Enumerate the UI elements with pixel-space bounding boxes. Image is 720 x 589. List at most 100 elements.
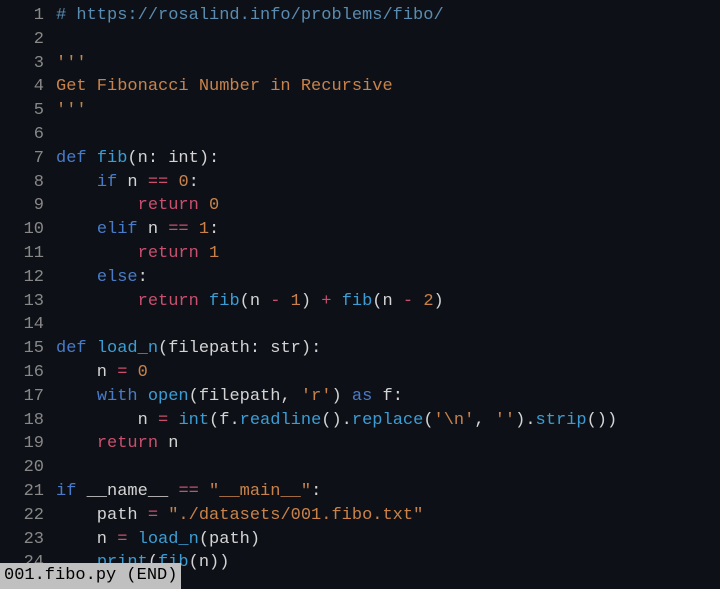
code-line[interactable]: 13 return fib(n - 1) + fib(n - 2) xyxy=(0,290,720,314)
line-number: 2 xyxy=(0,28,56,52)
token-func: fib xyxy=(97,149,128,168)
code-content[interactable]: if __name__ == "__main__": xyxy=(56,480,720,504)
token-ident xyxy=(413,292,423,311)
token-ident: n xyxy=(199,553,209,572)
code-line[interactable]: 7def fib(n: int): xyxy=(0,147,720,171)
token-string: "./datasets/001.fibo.txt" xyxy=(168,506,423,525)
code-content[interactable]: return fib(n - 1) + fib(n - 2) xyxy=(56,290,720,314)
token-keyword-blue: def xyxy=(56,339,97,358)
token-ident: n xyxy=(56,411,158,430)
code-line[interactable]: 14 xyxy=(0,313,720,337)
token-ident: n xyxy=(158,434,178,453)
code-content[interactable]: Get Fibonacci Number in Recursive xyxy=(56,75,720,99)
code-line[interactable]: 3''' xyxy=(0,52,720,76)
code-line[interactable]: 11 return 1 xyxy=(0,242,720,266)
token-keyword: return xyxy=(138,244,199,263)
code-line[interactable]: 10 elif n == 1: xyxy=(0,218,720,242)
line-number: 16 xyxy=(0,361,56,385)
token-ident: f xyxy=(372,387,392,406)
token-keyword-blue: with xyxy=(97,387,138,406)
code-editor[interactable]: 1# https://rosalind.info/problems/fibo/2… xyxy=(0,0,720,579)
token-punct: : xyxy=(393,387,403,406)
code-line[interactable]: 9 return 0 xyxy=(0,194,720,218)
line-number: 22 xyxy=(0,504,56,528)
token-punct: , xyxy=(474,411,494,430)
code-content[interactable]: def load_n(filepath: str): xyxy=(56,337,720,361)
code-content[interactable]: return 1 xyxy=(56,242,720,266)
token-ident: n xyxy=(56,530,117,549)
code-content[interactable] xyxy=(56,28,720,52)
token-ident xyxy=(199,292,209,311)
token-number: 1 xyxy=(199,220,209,239)
token-number: 0 xyxy=(178,173,188,192)
code-content[interactable]: else: xyxy=(56,266,720,290)
code-content[interactable]: ''' xyxy=(56,99,720,123)
token-punct: ( xyxy=(158,339,168,358)
code-line[interactable]: 18 n = int(f.readline().replace('\n', ''… xyxy=(0,409,720,433)
code-content[interactable] xyxy=(56,123,720,147)
code-line[interactable]: 19 return n xyxy=(0,432,720,456)
token-punct: : xyxy=(209,220,219,239)
token-ident xyxy=(331,292,341,311)
code-line[interactable]: 22 path = "./datasets/001.fibo.txt" xyxy=(0,504,720,528)
token-string: '\n' xyxy=(434,411,475,430)
code-line[interactable]: 21if __name__ == "__main__": xyxy=(0,480,720,504)
token-ident xyxy=(199,196,209,215)
token-type: str xyxy=(270,339,301,358)
token-op: == xyxy=(148,173,168,192)
code-content[interactable]: if n == 0: xyxy=(56,171,720,195)
code-content[interactable]: n = load_n(path) xyxy=(56,528,720,552)
token-ident xyxy=(168,411,178,430)
token-ident xyxy=(56,244,138,263)
token-string: '' xyxy=(495,411,515,430)
token-punct: : xyxy=(189,173,199,192)
code-content[interactable]: return n xyxy=(56,432,720,456)
token-ident xyxy=(127,363,137,382)
token-ident xyxy=(56,173,97,192)
token-type: int xyxy=(168,149,199,168)
code-line[interactable]: 23 n = load_n(path) xyxy=(0,528,720,552)
code-line[interactable]: 12 else: xyxy=(0,266,720,290)
code-content[interactable]: n = 0 xyxy=(56,361,720,385)
code-content[interactable]: n = int(f.readline().replace('\n', '').s… xyxy=(56,409,720,433)
code-content[interactable]: elif n == 1: xyxy=(56,218,720,242)
code-line[interactable]: 16 n = 0 xyxy=(0,361,720,385)
code-line[interactable]: 4Get Fibonacci Number in Recursive xyxy=(0,75,720,99)
code-content[interactable]: path = "./datasets/001.fibo.txt" xyxy=(56,504,720,528)
line-number: 1 xyxy=(0,4,56,28)
token-keyword: return xyxy=(138,292,199,311)
code-line[interactable]: 17 with open(filepath, 'r') as f: xyxy=(0,385,720,409)
token-punct: )) xyxy=(209,553,229,572)
code-content[interactable]: ''' xyxy=(56,52,720,76)
token-keyword: return xyxy=(97,434,158,453)
code-line[interactable]: 20 xyxy=(0,456,720,480)
token-func: load_n xyxy=(97,339,158,358)
token-number: 0 xyxy=(138,363,148,382)
code-line[interactable]: 6 xyxy=(0,123,720,147)
code-content[interactable]: with open(filepath, 'r') as f: xyxy=(56,385,720,409)
code-line[interactable]: 1# https://rosalind.info/problems/fibo/ xyxy=(0,4,720,28)
code-content[interactable]: # https://rosalind.info/problems/fibo/ xyxy=(56,4,720,28)
line-number: 8 xyxy=(0,171,56,195)
code-content[interactable]: def fib(n: int): xyxy=(56,147,720,171)
token-ident xyxy=(56,387,97,406)
token-builtin: open xyxy=(148,387,189,406)
code-content[interactable] xyxy=(56,456,720,480)
line-number: 10 xyxy=(0,218,56,242)
line-number: 4 xyxy=(0,75,56,99)
code-content[interactable]: return 0 xyxy=(56,194,720,218)
code-line[interactable]: 2 xyxy=(0,28,720,52)
token-ident: path xyxy=(209,530,250,549)
token-ident: n xyxy=(138,220,169,239)
code-line[interactable]: 15def load_n(filepath: str): xyxy=(0,337,720,361)
token-ident: path xyxy=(56,506,148,525)
code-line[interactable]: 5''' xyxy=(0,99,720,123)
token-punct: ): xyxy=(199,149,219,168)
token-punct: ( xyxy=(127,149,137,168)
token-punct: : xyxy=(138,268,148,287)
code-content[interactable] xyxy=(56,313,720,337)
token-op: = xyxy=(117,530,127,549)
token-punct: ( xyxy=(372,292,382,311)
token-func: readline xyxy=(240,411,322,430)
code-line[interactable]: 8 if n == 0: xyxy=(0,171,720,195)
